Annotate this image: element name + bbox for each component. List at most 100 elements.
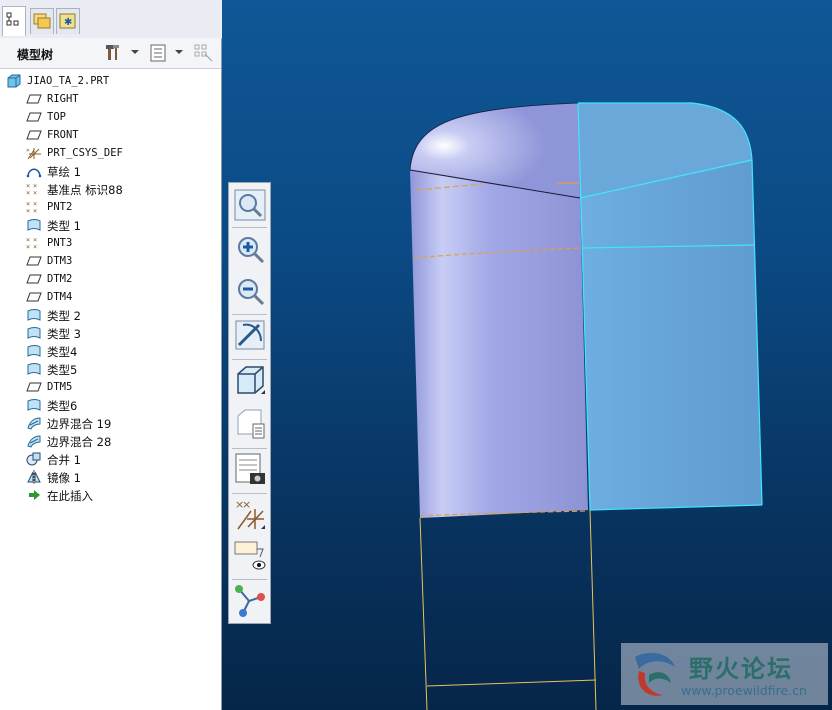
tree-item-label: 类型6 [47,399,78,413]
tree-root-part[interactable]: JIAO_TA_2.PRT [0,72,220,90]
favorites-tab[interactable]: ✱ [56,8,80,34]
view-manager-camera-icon [235,453,265,484]
settings-button[interactable] [104,42,126,64]
tree-item[interactable]: 合并 1 [0,450,220,468]
zoom-fit-icon [234,189,266,221]
saved-views-button[interactable] [233,406,267,444]
tree-item-label: 类型 3 [47,327,81,341]
datum-point-icon: × × × × [26,182,42,197]
tree-item[interactable]: 类型4 [0,342,220,360]
show-button[interactable] [148,42,170,64]
tree-item[interactable]: DTM4 [0,288,220,306]
datum-plane-icon [26,380,42,394]
svg-text:×: × [26,147,30,154]
model-view[interactable] [222,0,832,710]
tree-item-label: FRONT [47,129,79,141]
zoom-out-button[interactable] [233,272,267,310]
svg-text:×: × [26,189,30,196]
tree-item[interactable]: × × × × PNT3 [0,234,220,252]
view-manager-button[interactable] [233,451,267,489]
chevron-down-icon[interactable] [131,50,139,54]
tree-item[interactable]: × × × × PNT2 [0,198,220,216]
datum-plane-icon [26,92,42,106]
tree-item[interactable]: 镜像 1 [0,468,220,486]
filter-grid-icon [194,44,213,62]
datum-plane-icon [26,290,42,304]
spin-center-icon [235,585,265,617]
display-style-cube-icon [237,366,265,394]
annotation-display-button[interactable] [233,537,267,575]
tree-item[interactable]: 类型 3 [0,324,220,342]
tree-item[interactable]: TOP [0,108,220,126]
tree-item-label: DTM4 [47,291,73,303]
tree-item-label: 类型 2 [47,309,81,323]
boundary-blend-icon [26,434,42,448]
tree-item[interactable]: RIGHT [0,90,220,108]
tree-item[interactable]: 类型6 [0,396,220,414]
surface-right-face[interactable] [580,160,762,510]
model-tree-tab[interactable] [2,6,26,36]
tree-item[interactable]: 草绘 1 [0,162,220,180]
navigator-tab-strip: ✱ [0,0,222,39]
svg-text:×: × [33,207,37,214]
folder-browser-tab[interactable] [30,8,54,34]
surface-feature-icon [26,218,42,232]
tree-item-label: DTM2 [47,273,73,285]
tree-item[interactable]: 边界混合 19 [0,414,220,432]
part-icon [6,74,22,88]
tree-item[interactable]: 类型 2 [0,306,220,324]
svg-text:×: × [242,498,251,511]
filter-button[interactable] [193,42,215,64]
datum-plane-icon [26,272,42,286]
tree-item[interactable]: × × × × 基准点 标识88 [0,180,220,198]
mirror-icon [26,470,42,484]
datum-plane-icon [26,110,42,124]
coordinate-system-icon: × [26,146,42,160]
list-settings-icon [150,44,166,62]
sketch-icon [26,164,42,178]
tree-item-label: DTM5 [47,381,73,393]
tree-item-label: 基准点 标识88 [47,183,123,197]
spin-center-button[interactable] [233,581,267,619]
navigator-panel: ✱ 模型树 JIAO_TA_2.PRT RIGHT TOP FRONT × PR… [0,0,222,710]
repaint-button[interactable] [233,317,267,355]
surface-feature-icon [26,344,42,358]
refit-button[interactable] [233,187,267,225]
saved-views-icon [237,409,265,439]
datum-plane-icon [26,128,42,142]
zoom-in-button[interactable] [233,230,267,268]
watermark-title: 野火论坛 [689,655,793,683]
datum-display-button[interactable]: × × [233,495,267,533]
display-style-button[interactable] [233,362,267,400]
tree-item-label: PNT3 [47,237,73,249]
tree-item-label: 草绘 1 [47,165,81,179]
tree-item[interactable]: × PRT_CSYS_DEF [0,144,220,162]
tree-item-label: PNT2 [47,201,73,213]
svg-text:×: × [33,243,37,250]
surface-left-face[interactable] [410,170,588,518]
tree-item[interactable]: 类型 1 [0,216,220,234]
tree-item[interactable]: 边界混合 28 [0,432,220,450]
repaint-icon [235,320,265,350]
tree-item[interactable]: FRONT [0,126,220,144]
tree-item[interactable]: 类型5 [0,360,220,378]
chevron-down-icon[interactable] [175,50,183,54]
favorites-icon: ✱ [59,13,76,29]
zoom-out-icon [238,279,265,306]
view-toolbar: × × [228,182,271,624]
tree-item-label: 边界混合 19 [47,417,112,431]
surface-feature-icon [26,398,42,412]
surface-feature-icon [26,308,42,322]
tree-item[interactable]: 在此插入 [0,486,220,504]
tree-item[interactable]: DTM5 [0,378,220,396]
datum-point-icon: × × × × [26,236,42,251]
svg-text:×: × [33,189,37,196]
tree-item[interactable]: DTM3 [0,252,220,270]
model-tree-title: 模型树 [17,48,54,62]
wireframe-bottom [419,509,597,710]
tree-item-label: 类型4 [47,345,78,359]
svg-text:×: × [26,243,30,250]
tree-item-label: 类型 1 [47,219,81,233]
tree-item[interactable]: DTM2 [0,270,220,288]
graphics-window[interactable] [222,0,832,710]
